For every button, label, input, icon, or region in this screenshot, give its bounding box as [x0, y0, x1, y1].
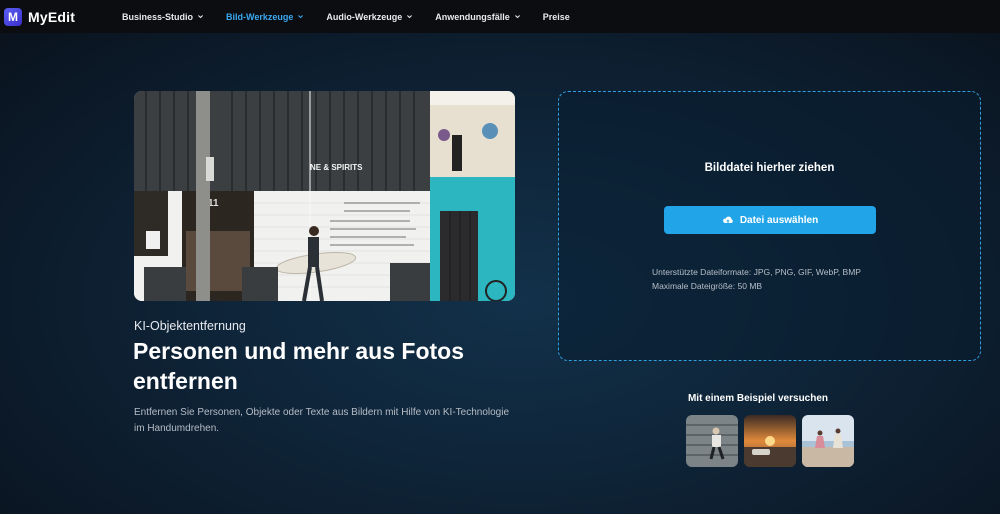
- example-image-sunset: [744, 415, 796, 467]
- nav-anwendungsfaelle[interactable]: Anwendungsfälle: [435, 12, 521, 22]
- cloud-upload-icon: [722, 216, 733, 223]
- supported-formats-text: Unterstützte Dateiformate: JPG, PNG, GIF…: [652, 267, 861, 277]
- nav-preise[interactable]: Preise: [543, 12, 570, 22]
- example-thumbnail-beach-people[interactable]: [802, 415, 854, 467]
- chevron-down-icon: [514, 15, 520, 19]
- main-nav: Business-Studio Bild-Werkzeuge Audio-Wer…: [122, 0, 592, 33]
- examples-title: Mit einem Beispiel versuchen: [687, 393, 829, 404]
- chevron-down-icon: [198, 15, 203, 19]
- top-navigation-bar: M MyEdit Business-Studio Bild-Werkzeuge …: [0, 0, 1000, 33]
- example-image-street: [686, 415, 738, 467]
- myedit-logo-icon: M: [4, 7, 22, 26]
- example-thumbnail-sunset-car[interactable]: [744, 415, 796, 467]
- hero-description: Entfernen Sie Personen, Objekte oder Tex…: [134, 407, 510, 434]
- nav-label: Business-Studio: [122, 11, 194, 22]
- nav-label: Preise: [542, 11, 570, 22]
- brand-logo[interactable]: M MyEdit: [4, 7, 76, 26]
- brand-name: MyEdit: [28, 8, 76, 25]
- street-scene-illustration: NE & SPIRITS 11: [134, 91, 515, 301]
- file-requirements: Unterstützte Dateiformate: JPG, PNG, GIF…: [652, 265, 861, 293]
- example-thumbnail-person-street[interactable]: [686, 415, 738, 467]
- hero-example-image: NE & SPIRITS 11: [134, 91, 515, 301]
- nav-bild-werkzeuge[interactable]: Bild-Werkzeuge: [226, 12, 304, 22]
- page-title: Personen und mehr aus Fotos entfernen: [133, 338, 464, 394]
- file-dropzone[interactable]: Bilddatei hierher ziehen Datei auswählen…: [558, 91, 981, 361]
- nav-business-studio[interactable]: Business-Studio: [122, 12, 204, 22]
- chevron-down-icon: [407, 15, 413, 19]
- shop-sign-text: NE & SPIRITS: [310, 163, 363, 172]
- nav-label: Bild-Werkzeuge: [226, 11, 294, 22]
- nav-audio-werkzeuge[interactable]: Audio-Werkzeuge: [326, 12, 413, 22]
- nav-label: Anwendungsfälle: [435, 11, 510, 22]
- chevron-down-icon: [298, 15, 304, 19]
- nav-label: Audio-Werkzeuge: [326, 11, 403, 22]
- example-thumbnails: [686, 415, 860, 467]
- choose-file-button[interactable]: Datei auswählen: [664, 206, 876, 234]
- hero-subtitle: KI-Objektentfernung: [134, 319, 246, 333]
- max-file-size-text: Maximale Dateigröße: 50 MB: [652, 281, 763, 291]
- choose-file-label: Datei auswählen: [739, 214, 819, 226]
- example-image-beach: [802, 415, 854, 467]
- dropzone-title: Bilddatei hierher ziehen: [704, 162, 835, 174]
